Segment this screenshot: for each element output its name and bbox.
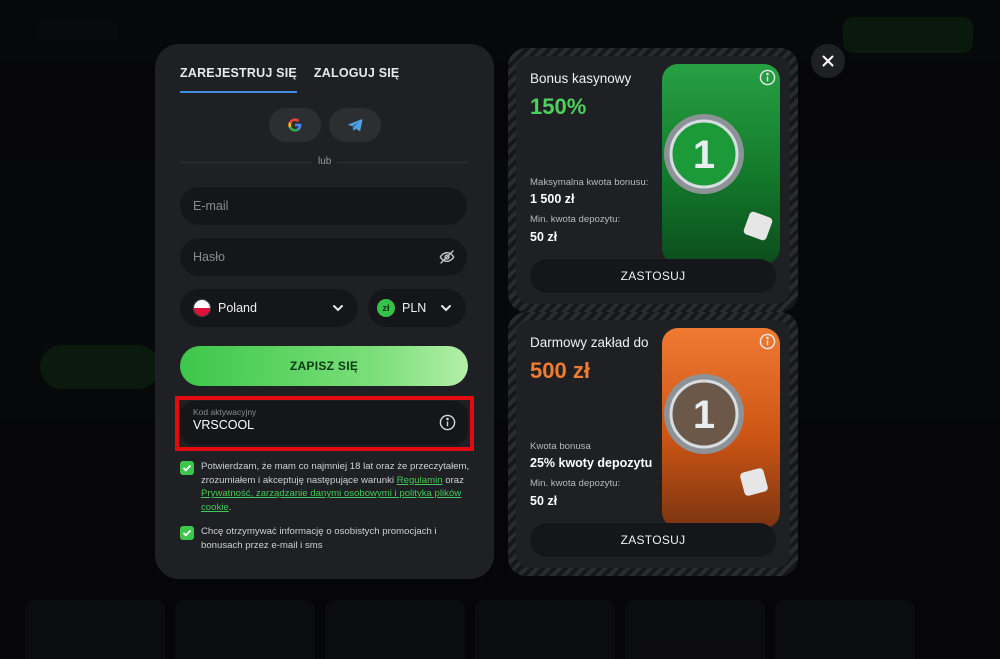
social-login	[269, 108, 381, 142]
email-placeholder: E-mail	[193, 199, 229, 213]
currency-select[interactable]: zł PLN	[368, 289, 466, 327]
max-bonus-value: 1 500 zł	[530, 192, 575, 206]
bonus-amount: 150%	[530, 94, 587, 119]
min-deposit-label: Min. kwota depozytu:	[530, 478, 621, 489]
or-divider-text: lub	[312, 156, 338, 167]
min-deposit-value: 50 zł	[530, 230, 558, 244]
close-icon	[822, 55, 834, 67]
terms-link-regulamin[interactable]: Regulamin	[397, 475, 443, 486]
min-deposit-label: Min. kwota depozytu:	[530, 214, 621, 225]
bonus-amount: 500 zł	[530, 358, 590, 383]
tab-login[interactable]: ZALOGUJ SIĘ	[314, 66, 400, 93]
bonus-card-freebet: 1 Darmowy zakład do 500 zł Kwota bonusa …	[508, 312, 798, 576]
max-bonus-label: Maksymalna kwota bonusu:	[530, 177, 649, 188]
chevron-down-icon	[333, 305, 343, 312]
terms-text-end: .	[228, 501, 232, 513]
terms-text: Potwierdzam, że mam co najmniej 18 lat o…	[201, 460, 470, 514]
apply-bonus-button[interactable]: ZASTOSUJ	[530, 259, 776, 293]
terms-link-privacy[interactable]: Prywatność, zarządzanie danymi osobowymi…	[201, 488, 461, 513]
zloty-icon: zł	[377, 299, 395, 317]
auth-tabs: ZAREJESTRUJ SIĘ ZALOGUJ SIĘ	[180, 66, 399, 93]
bonus-illustration-orange: 1	[662, 328, 780, 528]
or-divider: lub	[180, 156, 468, 168]
marketing-consent[interactable]: Chcę otrzymywać informację o osobistych …	[180, 525, 470, 552]
promo-code-highlight	[175, 396, 474, 451]
medal-icon: 1	[664, 114, 773, 241]
bonus-title: Bonus kasynowy	[530, 71, 632, 86]
email-field[interactable]: E-mail	[180, 187, 467, 225]
svg-text:1: 1	[693, 133, 715, 177]
bonus-illustration-green: 1	[662, 64, 780, 264]
svg-text:1: 1	[693, 393, 715, 437]
bonus-amount-value: 25% kwoty depozytu	[530, 456, 653, 470]
telegram-login-button[interactable]	[329, 108, 381, 142]
apply-bonus-button[interactable]: ZASTOSUJ	[530, 523, 776, 557]
bonus-card-body: 1 Bonus kasynowy 150% Maksymalna kwota b…	[516, 56, 790, 304]
telegram-icon	[348, 119, 363, 132]
terms-consent[interactable]: Potwierdzam, że mam co najmniej 18 lat o…	[180, 460, 470, 514]
marketing-checkbox[interactable]	[180, 526, 194, 540]
register-submit-button[interactable]: ZAPISZ SIĘ	[180, 346, 468, 386]
info-icon[interactable]	[759, 333, 776, 350]
medal-icon: 1	[664, 374, 768, 496]
bonus-card-body: 1 Darmowy zakład do 500 zł Kwota bonusa …	[516, 320, 790, 568]
terms-checkbox[interactable]	[180, 461, 194, 475]
google-icon	[288, 118, 302, 132]
registration-panel: ZAREJESTRUJ SIĘ ZALOGUJ SIĘ lub E-mail H…	[155, 44, 494, 579]
modal-overlay[interactable]	[0, 0, 1000, 659]
close-button[interactable]	[811, 44, 845, 78]
google-login-button[interactable]	[269, 108, 321, 142]
country-value: Poland	[218, 301, 257, 315]
eye-off-icon[interactable]	[439, 249, 455, 265]
password-placeholder: Hasło	[193, 250, 225, 264]
bonus-amount-label: Kwota bonusa	[530, 441, 591, 452]
min-deposit-value: 50 zł	[530, 494, 558, 508]
check-icon	[182, 464, 192, 472]
terms-text-and: oraz	[442, 474, 464, 486]
chevron-down-icon	[441, 305, 451, 312]
bonus-card-casino: 1 Bonus kasynowy 150% Maksymalna kwota b…	[508, 48, 798, 312]
tab-register[interactable]: ZAREJESTRUJ SIĘ	[180, 66, 297, 93]
bonus-title: Darmowy zakład do	[530, 335, 649, 350]
marketing-text: Chcę otrzymywać informację o osobistych …	[201, 526, 437, 551]
poland-flag-icon	[193, 299, 211, 317]
country-select[interactable]: Poland	[180, 289, 358, 327]
check-icon	[182, 529, 192, 537]
currency-value: PLN	[402, 301, 427, 315]
info-icon[interactable]	[759, 69, 776, 86]
password-field[interactable]: Hasło	[180, 238, 467, 276]
